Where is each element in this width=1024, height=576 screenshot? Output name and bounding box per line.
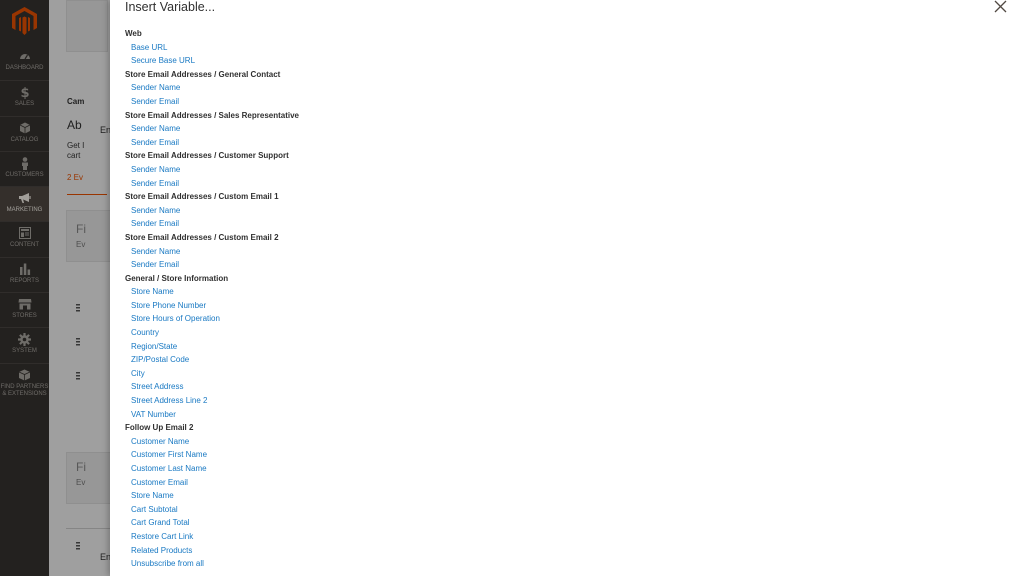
variable-link[interactable]: Store Phone Number xyxy=(125,299,725,313)
variable-link[interactable]: Customer First Name xyxy=(125,448,725,462)
variable-group-title: General / Store Information xyxy=(125,273,229,283)
variable-group-title: Web xyxy=(125,29,142,38)
variable-link[interactable]: Store Hours of Operation xyxy=(125,312,725,326)
variable-link[interactable]: Cart Subtotal xyxy=(125,503,725,517)
variable-link[interactable]: Sender Name xyxy=(125,245,725,259)
modal-title: Insert Variable... xyxy=(125,0,216,14)
variable-link[interactable]: Sender Name xyxy=(125,204,725,218)
variable-link[interactable]: Sender Name xyxy=(125,122,725,136)
variable-group-title: Store Email Addresses / Custom Email 1 xyxy=(125,192,279,202)
variable-link[interactable]: Base URL xyxy=(125,41,725,55)
variable-link[interactable]: Sender Email xyxy=(125,217,725,231)
variable-link[interactable]: Sender Email xyxy=(125,258,725,272)
variable-link[interactable]: Customer Email xyxy=(125,476,725,490)
variable-link[interactable]: VAT Number xyxy=(125,408,725,422)
variable-link[interactable]: Restore Cart Link xyxy=(125,530,725,544)
variable-link[interactable]: City xyxy=(125,367,725,381)
variable-link[interactable]: Secure Base URL xyxy=(125,54,725,68)
variable-link[interactable]: Cart Grand Total xyxy=(125,516,725,530)
variable-link[interactable]: Sender Name xyxy=(125,81,725,95)
variable-link[interactable]: Country xyxy=(125,326,725,340)
variable-group-title: Store Email Addresses / General Contact xyxy=(125,69,281,79)
variable-link[interactable]: Related Products xyxy=(125,544,725,558)
variable-link[interactable]: Street Address Line 2 xyxy=(125,394,725,408)
variable-link[interactable]: Customer Last Name xyxy=(125,462,725,476)
variable-group-title: Follow Up Email 2 xyxy=(125,423,194,433)
variable-link[interactable]: Store Name xyxy=(125,489,725,503)
variable-list: Web Base URL Secure Base URL Store Email Ad… xyxy=(125,27,725,571)
variable-link[interactable]: Sender Email xyxy=(125,177,725,191)
variable-link[interactable]: Customer Name xyxy=(125,435,725,449)
variable-group-title: Store Email Addresses / Customer Support xyxy=(125,151,289,161)
variable-link[interactable]: Sender Email xyxy=(125,136,725,150)
variable-link[interactable]: Region/State xyxy=(125,340,725,354)
variable-link[interactable]: Sender Name xyxy=(125,163,725,177)
variable-link[interactable]: Store Name xyxy=(125,285,725,299)
close-icon[interactable] xyxy=(993,0,1007,14)
variable-link[interactable]: Unsubscribe from all xyxy=(125,557,725,571)
variable-group-title: Store Email Addresses / Custom Email 2 xyxy=(125,232,279,242)
variable-link[interactable]: Street Address xyxy=(125,380,725,394)
variable-link[interactable]: Sender Email xyxy=(125,95,725,109)
variable-group-title: Store Email Addresses / Sales Representa… xyxy=(125,110,300,120)
insert-variable-modal: Insert Variable... Web Base URL Secure Bas… xyxy=(110,0,1024,576)
variable-link[interactable]: ZIP/Postal Code xyxy=(125,353,725,367)
